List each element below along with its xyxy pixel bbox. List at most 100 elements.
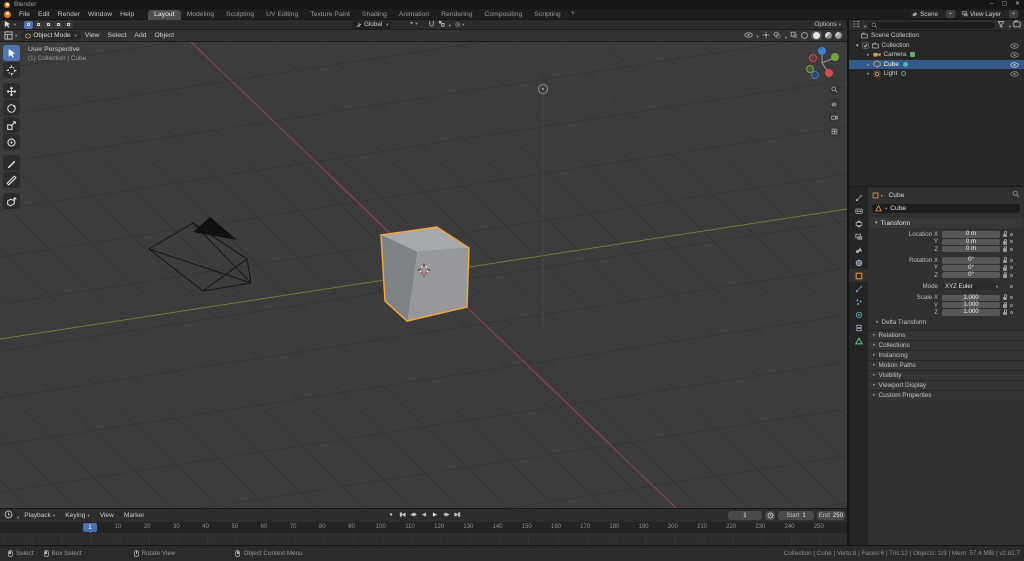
options-dropdown[interactable]: Options — [814, 21, 841, 28]
shading-wireframe-button[interactable] — [801, 32, 808, 39]
object-id-dropdown[interactable] — [872, 205, 890, 212]
scale-tool[interactable] — [3, 117, 20, 133]
workspace-tab[interactable]: Layout — [148, 9, 181, 20]
rotate-tool[interactable] — [3, 100, 20, 116]
lock-icon[interactable] — [1003, 239, 1007, 245]
measure-tool[interactable] — [3, 172, 20, 188]
select-mode-intersect[interactable] — [64, 20, 74, 29]
gizmo-y-axis[interactable] — [831, 53, 839, 61]
workspace-tab[interactable]: Modeling — [181, 10, 221, 20]
animate-dot-icon[interactable] — [1010, 266, 1013, 270]
viewport-menu-item[interactable]: Select — [104, 32, 131, 39]
tab-render[interactable] — [849, 204, 868, 217]
transform-tool[interactable] — [3, 134, 20, 150]
tab-view-layer[interactable] — [849, 230, 868, 243]
lock-icon[interactable] — [1003, 231, 1007, 238]
number-field[interactable]: 0 m — [942, 231, 1000, 238]
collapsed-panel-header[interactable]: Instancing — [868, 349, 1024, 360]
collapsed-panel-header[interactable]: Custom Properties — [868, 389, 1024, 400]
marker-menu[interactable]: Marker — [119, 512, 150, 519]
pivot-point-dropdown[interactable]: ⌖ — [410, 21, 418, 28]
collection-checkbox[interactable] — [861, 42, 869, 49]
workspace-tab[interactable]: Rendering — [435, 10, 478, 20]
collapsed-panel-header[interactable]: Relations — [868, 329, 1024, 340]
play-reverse-button[interactable] — [419, 510, 429, 520]
add-workspace-button[interactable]: + — [567, 9, 579, 19]
viewport-canvas[interactable] — [0, 42, 847, 508]
workspace-tab[interactable]: UV Editing — [260, 10, 304, 20]
view-menu[interactable]: View — [95, 512, 119, 519]
current-frame-field[interactable]: 1 — [728, 511, 762, 520]
minimize-button[interactable]: – — [985, 0, 998, 9]
animate-dot-icon[interactable] — [1010, 247, 1013, 251]
lock-icon[interactable] — [1003, 257, 1007, 264]
tab-world[interactable] — [849, 256, 868, 269]
blender-app-menu-icon[interactable] — [4, 10, 11, 18]
viewport-menu-item[interactable]: Object — [151, 32, 179, 39]
animate-dot-icon[interactable] — [1010, 296, 1013, 300]
tab-scene[interactable] — [849, 243, 868, 256]
tab-constraints[interactable] — [849, 321, 868, 334]
collapsed-panel-header[interactable]: Collections — [868, 339, 1024, 350]
delta-transform-panel[interactable]: Delta Transform — [868, 318, 1024, 327]
lock-icon[interactable] — [1003, 302, 1007, 308]
editor-type-dropdown[interactable] — [4, 31, 17, 40]
outliner-row-light[interactable]: Light — [849, 69, 1024, 79]
jump-to-end-button[interactable] — [452, 510, 462, 520]
timeline-editor-type-dropdown[interactable] — [4, 510, 19, 521]
object-name-field[interactable]: Cube — [872, 204, 1020, 213]
snap-magnet-toggle[interactable] — [428, 20, 435, 29]
collapsed-panel-header[interactable]: Motion Paths — [868, 359, 1024, 370]
outliner-row-scene-collection[interactable]: Scene Collection — [849, 31, 1024, 41]
outliner-search-input[interactable] — [868, 21, 995, 29]
lock-icon[interactable] — [1003, 264, 1007, 271]
object-visibility-dropdown[interactable] — [744, 31, 759, 40]
shading-solid-button[interactable] — [811, 31, 822, 40]
number-field[interactable]: 0 m — [942, 245, 1000, 253]
frame-start-field[interactable]: Start 1 — [778, 511, 814, 520]
workspace-tab[interactable]: Scripting — [528, 10, 566, 20]
menu-item[interactable]: Edit — [34, 9, 54, 20]
viewport-menu-item[interactable]: Add — [130, 32, 150, 39]
select-mode-subtract[interactable] — [44, 20, 54, 29]
mode-dropdown[interactable]: Object Mode — [21, 31, 81, 40]
transform-panel-header[interactable]: Transform — [870, 218, 1022, 228]
jump-to-start-button[interactable] — [397, 510, 407, 520]
frame-end-field[interactable]: End 250 — [817, 511, 845, 520]
proportional-editing-dropdown[interactable]: ◎ — [455, 21, 465, 28]
transform-orientation-dropdown[interactable]: Global — [352, 20, 393, 29]
scene-selector[interactable]: Scene + — [910, 10, 957, 18]
lock-icon[interactable] — [1003, 309, 1007, 316]
camera-view-button[interactable] — [829, 112, 840, 123]
gizmo-x-neg[interactable] — [809, 54, 817, 62]
play-button[interactable] — [430, 510, 440, 520]
annotate-tool[interactable] — [3, 155, 20, 171]
select-mode-invert[interactable] — [54, 20, 64, 29]
menu-item[interactable]: File — [15, 9, 34, 20]
menu-item[interactable]: Render — [54, 9, 84, 20]
animate-dot-icon[interactable] — [1010, 233, 1013, 237]
tab-modifiers[interactable] — [849, 282, 868, 295]
add-cube-tool[interactable] — [3, 193, 20, 209]
tab-particles[interactable] — [849, 295, 868, 308]
new-collection-button[interactable] — [1013, 20, 1021, 30]
animate-dot-icon[interactable] — [1010, 273, 1013, 277]
outliner-row-cube[interactable]: Cube — [849, 59, 1024, 69]
previous-keyframe-button[interactable] — [408, 510, 418, 520]
gizmo-y-neg[interactable] — [806, 65, 814, 73]
light-object[interactable] — [538, 84, 548, 94]
snap-target-dropdown[interactable] — [438, 20, 451, 29]
next-keyframe-button[interactable] — [441, 510, 451, 520]
camera-object[interactable] — [148, 217, 252, 292]
zoom-button[interactable] — [829, 84, 840, 95]
workspace-tab[interactable]: Shading — [356, 10, 393, 20]
auto-keying-toggle[interactable] — [765, 511, 775, 520]
outliner-display-mode-dropdown[interactable] — [852, 20, 866, 30]
number-field[interactable]: 1.000 — [942, 308, 1000, 316]
menu-item[interactable]: Window — [84, 9, 116, 20]
lock-icon[interactable] — [1003, 246, 1007, 252]
hide-eye-icon[interactable] — [1010, 71, 1019, 79]
new-view-layer-button[interactable]: + — [1009, 10, 1018, 18]
select-mode-extend[interactable] — [34, 20, 44, 29]
animate-dot-icon[interactable] — [1010, 259, 1013, 263]
